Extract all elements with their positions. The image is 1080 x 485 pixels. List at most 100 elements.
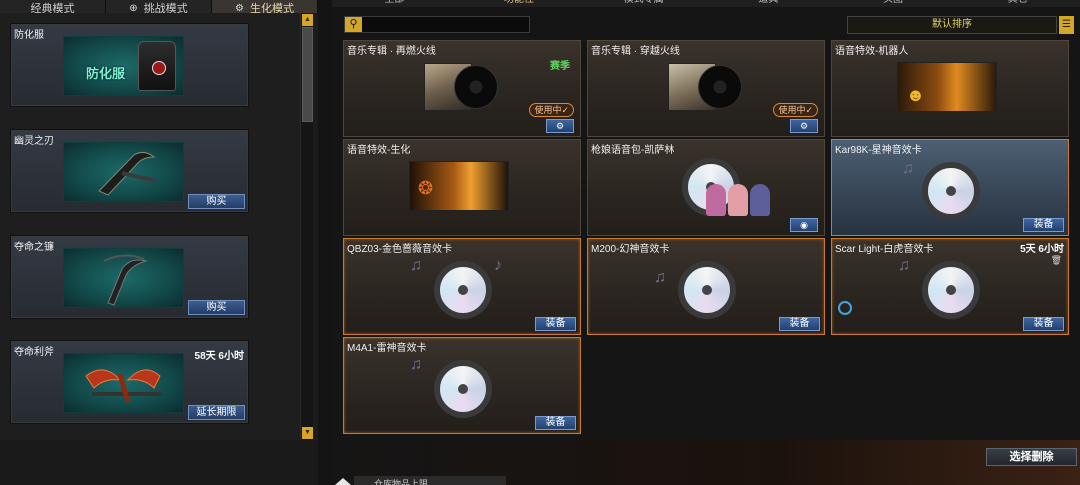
badge-icon (152, 61, 166, 75)
equip-button[interactable]: 装备 (535, 317, 576, 331)
left-footer (0, 440, 318, 485)
item-name: M4A1-雷神音效卡 (347, 343, 427, 354)
list-item[interactable]: 夺命利斧 58天 6小时 延长期限 (10, 340, 249, 424)
tab-functional[interactable]: 功能性 (457, 0, 582, 7)
item-name: 幽灵之刃 (14, 136, 54, 147)
in-use-badge: 使用中✓ (773, 103, 818, 117)
list-item[interactable]: 夺命之镰 购买 (10, 235, 249, 319)
item-name: 语音特效-机器人 (835, 46, 909, 57)
buy-button[interactable]: 购买 (188, 300, 245, 315)
item-card[interactable]: Scar Light-白虎音效卡 5天 6小时 🗑 ♫ 装备 (831, 238, 1069, 335)
item-name: 防化服 (14, 30, 44, 41)
item-card[interactable]: 枪娘语音包-凯萨林 ◉ (587, 139, 825, 236)
trash-icon[interactable]: 🗑 (1051, 255, 1062, 266)
cd-icon (922, 162, 980, 220)
list-item[interactable]: 幽灵之刃 购买 (10, 129, 249, 213)
biochem-voice-image: ❂ (409, 161, 509, 211)
sickle-icon (103, 254, 148, 306)
item-name: QBZ03-金色蔷薇音效卡 (347, 244, 453, 255)
character-avatar (750, 184, 770, 216)
select-delete-button[interactable]: 选择删除 (986, 448, 1077, 466)
item-name: 夺命之镰 (14, 242, 54, 253)
robot-voice-image: ☻ (897, 62, 997, 112)
biochem-icon: ❂ (418, 178, 434, 198)
item-card[interactable]: 语音特效-机器人 ☻ (831, 40, 1069, 137)
tab-other[interactable]: 其它 (955, 0, 1080, 7)
music-note-icon: ♪ (494, 257, 502, 274)
scroll-down-icon[interactable]: ▼ (302, 427, 313, 439)
item-card[interactable]: QBZ03-金色蔷薇音效卡 ♫ ♪ 装备 (343, 238, 581, 335)
search-input[interactable] (364, 18, 524, 31)
hazmat-label: 防化服 (86, 66, 126, 81)
list-item[interactable]: 防化服 防化服 (10, 23, 249, 107)
scythe-icon (98, 151, 157, 196)
tab-props[interactable]: 道具 (706, 0, 831, 7)
item-card[interactable]: M4A1-雷神音效卡 ♫ 装备 (343, 337, 581, 434)
item-name: 音乐专辑 · 再燃火线 (347, 46, 436, 57)
hazmat-suit-image: 防化服 (63, 36, 184, 96)
category-tabs: 全部 功能性 模式专属 道具 头图 其它 (332, 0, 1080, 7)
item-name: 语音特效-生化 (347, 145, 411, 156)
tab-challenge-mode[interactable]: ⊕ 挑战模式 (106, 0, 212, 13)
item-card[interactable]: M200-幻神音效卡 ♫ 装备 (587, 238, 825, 335)
item-name: 音乐专辑 · 穿越火线 (591, 46, 680, 57)
music-note-icon: ♫ (410, 257, 422, 274)
item-duration: 58天 6小时 (194, 351, 244, 362)
item-name: Kar98K-星神音效卡 (835, 145, 922, 156)
tab-avatar[interactable]: 头图 (831, 0, 956, 7)
equip-button[interactable]: 装备 (1023, 218, 1064, 232)
equip-button[interactable]: 装备 (779, 317, 820, 331)
tab-biochem-mode[interactable]: ⚙ 生化模式 (212, 0, 318, 13)
sort-dropdown[interactable]: 默认排序 (847, 16, 1057, 34)
scroll-thumb[interactable] (302, 27, 313, 122)
season-badge: 赛季 (550, 61, 570, 72)
item-grid: 音乐专辑 · 再燃火线 赛季 使用中✓ ⚙ 音乐专辑 · 穿越火线 使用中✓ ⚙… (343, 40, 1070, 436)
toolbar: ⚲ 默认排序 ☰ (332, 14, 1080, 36)
cd-icon (922, 261, 980, 319)
weapon-image (63, 142, 184, 202)
item-card[interactable]: 语音特效-生化 ❂ (343, 139, 581, 236)
equip-button[interactable]: 装备 (1023, 317, 1064, 331)
axe-icon (85, 369, 162, 403)
vinyl-icon (698, 65, 742, 109)
item-name: M200-幻神音效卡 (591, 244, 670, 255)
mode-tabs: 经典模式 ⊕ 挑战模式 ⚙ 生化模式 (0, 0, 318, 13)
mode-item-list: 防化服 防化服 幽灵之刃 购买 夺命之镰 购买 夺命利斧 58天 6小时 延长期… (0, 13, 300, 440)
settings-button[interactable]: ⚙ (790, 119, 818, 133)
cd-icon (434, 360, 492, 418)
buy-button[interactable]: 购买 (188, 194, 245, 209)
music-note-icon: ♫ (410, 356, 422, 373)
character-avatar (706, 184, 726, 216)
scrollbar[interactable]: ▲ ▼ (300, 13, 313, 440)
item-card[interactable]: 音乐专辑 · 再燃火线 赛季 使用中✓ ⚙ (343, 40, 581, 137)
tab-mode-exclusive[interactable]: 模式专属 (581, 0, 706, 7)
target-icon (838, 301, 852, 315)
gear-icon: ⚙ (235, 3, 244, 14)
character-avatar (728, 184, 748, 216)
tab-label: 生化模式 (249, 3, 294, 14)
settings-icon: ⊕ (129, 3, 138, 14)
cd-icon (678, 261, 736, 319)
equip-button[interactable]: 装备 (535, 416, 576, 430)
right-panel: 全部 功能性 模式专属 道具 头图 其它 ⚲ 默认排序 ☰ 音乐专辑 · 再燃火… (332, 0, 1080, 485)
music-note-icon: ♫ (654, 269, 666, 286)
left-panel: 经典模式 ⊕ 挑战模式 ⚙ 生化模式 防化服 防化服 幽灵之刃 购买 夺命之镰 … (0, 0, 318, 485)
search-box: ⚲ (344, 16, 530, 33)
settings-button[interactable]: ⚙ (546, 119, 574, 133)
search-icon[interactable]: ⚲ (345, 17, 362, 32)
album-image (668, 63, 742, 113)
album-image (424, 63, 498, 113)
item-duration: 5天 6小时 (1020, 244, 1064, 255)
item-card[interactable]: Kar98K-星神音效卡 ♫ 装备 (831, 139, 1069, 236)
item-name: Scar Light-白虎音效卡 (835, 244, 934, 255)
tab-all[interactable]: 全部 (332, 0, 457, 7)
tab-classic-mode[interactable]: 经典模式 (0, 0, 106, 13)
storage-limit-tab[interactable]: 仓库物品上限 (354, 476, 506, 485)
preview-button[interactable]: ◉ (790, 218, 818, 232)
list-view-icon[interactable]: ☰ (1059, 16, 1074, 34)
weapon-image (63, 353, 184, 413)
item-card[interactable]: 音乐专辑 · 穿越火线 使用中✓ ⚙ (587, 40, 825, 137)
tab-label: 经典模式 (30, 3, 75, 14)
scroll-up-icon[interactable]: ▲ (302, 14, 313, 26)
extend-button[interactable]: 延长期限 (188, 405, 245, 420)
